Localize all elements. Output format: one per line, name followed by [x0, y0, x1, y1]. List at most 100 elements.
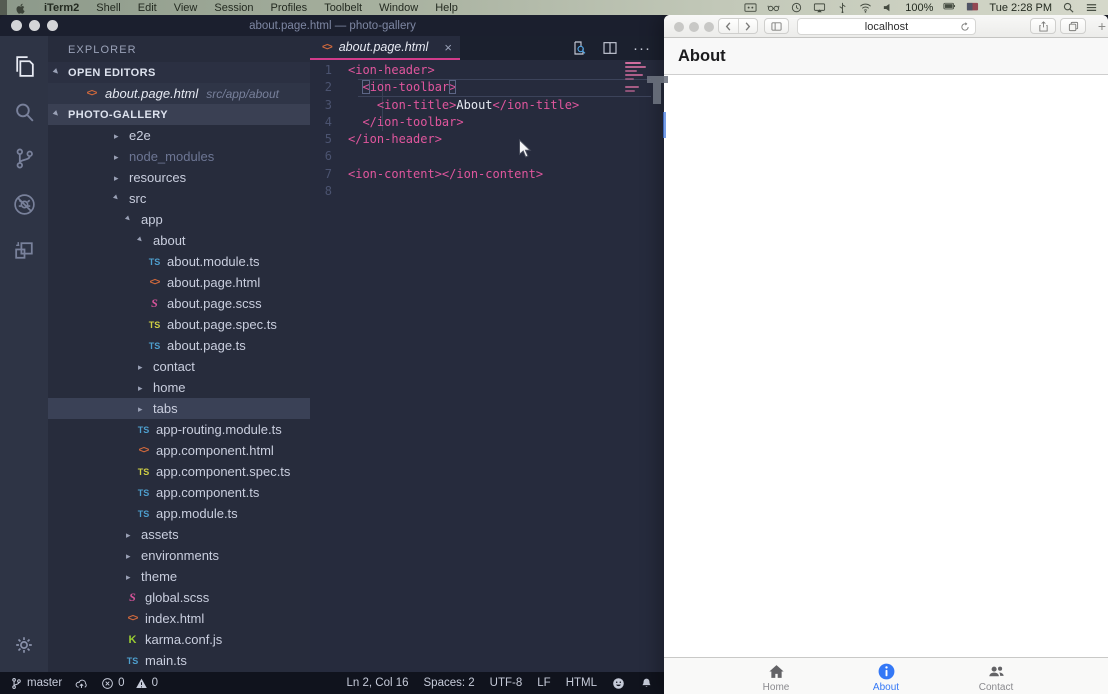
dongle-status-icon[interactable] — [836, 2, 849, 14]
wifi-status-icon[interactable] — [859, 2, 872, 14]
close-tab-icon[interactable]: × — [444, 41, 452, 54]
tree-item-app-module-ts[interactable]: TSapp.module.ts — [48, 503, 310, 524]
minimap[interactable] — [625, 62, 648, 94]
source-control-icon[interactable] — [0, 135, 48, 181]
publish-changes-button[interactable] — [75, 677, 88, 690]
spotlight-search-icon[interactable] — [1062, 2, 1075, 14]
tree-item-about-page-ts[interactable]: TSabout.page.ts — [48, 335, 310, 356]
search-icon[interactable] — [0, 89, 48, 135]
apple-menu-icon[interactable] — [14, 2, 27, 14]
eol-indicator[interactable]: LF — [537, 677, 550, 689]
tree-item-theme[interactable]: ▸theme — [48, 566, 310, 587]
volume-status-icon[interactable] — [882, 2, 895, 14]
zoom-window-button[interactable] — [47, 20, 58, 31]
tree-item-app-component-spec-ts[interactable]: TSapp.component.spec.ts — [48, 461, 310, 482]
share-button[interactable] — [1030, 18, 1056, 34]
code-line-1[interactable]: 1<ion-header> — [310, 62, 665, 79]
battery-icon[interactable] — [943, 2, 956, 14]
code-line-2[interactable]: 2 <ion-toolbar> — [310, 79, 665, 96]
explorer-icon[interactable] — [0, 43, 48, 89]
split-editor-icon[interactable] — [602, 40, 618, 56]
tree-item-about-page-html[interactable]: <>about.page.html — [48, 272, 310, 293]
code-line-6[interactable]: 6 — [310, 148, 665, 165]
open-editors-section-header[interactable]: ▸ OPEN EDITORS — [48, 62, 310, 83]
app-tab-home[interactable]: Home — [721, 658, 831, 693]
indentation-indicator[interactable]: Spaces: 2 — [424, 677, 475, 689]
tree-item-main-ts[interactable]: TSmain.ts — [48, 650, 310, 671]
open-editor-item[interactable]: <> about.page.html src/app/about — [48, 83, 310, 104]
tree-item-karma-conf-js[interactable]: Kkarma.conf.js — [48, 629, 310, 650]
notifications-bell-icon[interactable] — [640, 677, 653, 690]
language-mode-indicator[interactable]: HTML — [566, 677, 597, 689]
tab-about-page-html[interactable]: <> about.page.html × — [310, 36, 460, 60]
screenshot-status-icon[interactable] — [744, 2, 757, 14]
menu-item-profiles[interactable]: Profiles — [271, 2, 308, 14]
input-source-flag-icon[interactable] — [966, 2, 979, 14]
tree-item-app-component-ts[interactable]: TSapp.component.ts — [48, 482, 310, 503]
new-tab-button[interactable]: + — [1095, 18, 1108, 34]
close-window-button[interactable] — [11, 20, 22, 31]
git-branch-indicator[interactable]: master — [10, 677, 62, 690]
more-actions-icon[interactable]: ··· — [633, 40, 651, 57]
extensions-icon[interactable] — [0, 227, 48, 273]
menu-bar-clock[interactable]: Tue 2:28 PM — [989, 2, 1052, 14]
menu-item-session[interactable]: Session — [214, 2, 253, 14]
tree-item-about[interactable]: ▸about — [48, 230, 310, 251]
code-editor[interactable]: 1<ion-header>2 <ion-toolbar>3 <ion-title… — [310, 60, 665, 672]
tree-item-about-page-scss[interactable]: Sabout.page.scss — [48, 293, 310, 314]
minimize-window-button[interactable] — [29, 20, 40, 31]
feedback-smiley-icon[interactable] — [612, 677, 625, 690]
menu-item-toolbelt[interactable]: Toolbelt — [324, 2, 362, 14]
menu-item-view[interactable]: View — [174, 2, 198, 14]
project-section-header[interactable]: ▸ PHOTO-GALLERY — [48, 104, 310, 125]
tree-item-index-html[interactable]: <>index.html — [48, 608, 310, 629]
tab-overview-button[interactable] — [1060, 18, 1086, 34]
menu-item-edit[interactable]: Edit — [138, 2, 157, 14]
debug-icon[interactable] — [0, 181, 48, 227]
code-line-4[interactable]: 4 </ion-toolbar> — [310, 114, 665, 131]
back-button[interactable] — [719, 19, 738, 33]
code-line-5[interactable]: 5</ion-header> — [310, 131, 665, 148]
tree-item-assets[interactable]: ▸assets — [48, 524, 310, 545]
cursor-position-indicator[interactable]: Ln 2, Col 16 — [347, 677, 409, 689]
problems-indicator[interactable]: 0 0 — [101, 677, 158, 690]
tree-item-about-module-ts[interactable]: TSabout.module.ts — [48, 251, 310, 272]
tree-item-src[interactable]: ▸src — [48, 188, 310, 209]
menu-item-window[interactable]: Window — [379, 2, 418, 14]
find-in-file-icon[interactable] — [571, 40, 587, 56]
glasses-status-icon[interactable] — [767, 2, 780, 14]
tree-item-home[interactable]: ▸home — [48, 377, 310, 398]
notification-center-icon[interactable] — [1085, 2, 1098, 14]
tree-item-resources[interactable]: ▸resources — [48, 167, 310, 188]
app-tab-about[interactable]: About — [831, 658, 941, 693]
tree-item-e2e[interactable]: ▸e2e — [48, 125, 310, 146]
tree-item-contact[interactable]: ▸contact — [48, 356, 310, 377]
tree-item-app[interactable]: ▸app — [48, 209, 310, 230]
tree-item-app-component-html[interactable]: <>app.component.html — [48, 440, 310, 461]
close-window-button[interactable] — [674, 22, 684, 32]
code-line-7[interactable]: 7<ion-content></ion-content> — [310, 166, 665, 183]
tree-item-about-page-spec-ts[interactable]: TSabout.page.spec.ts — [48, 314, 310, 335]
tree-item-global-scss[interactable]: Sglobal.scss — [48, 587, 310, 608]
menu-item-shell[interactable]: Shell — [96, 2, 120, 14]
code-line-8[interactable]: 8 — [310, 183, 665, 200]
app-tab-contact[interactable]: Contact — [941, 658, 1051, 693]
tree-item-node-modules[interactable]: ▸node_modules — [48, 146, 310, 167]
tree-item-tabs[interactable]: ▸tabs — [48, 398, 310, 419]
encoding-indicator[interactable]: UTF-8 — [490, 677, 523, 689]
address-bar[interactable]: localhost — [797, 18, 976, 35]
reload-icon[interactable] — [960, 22, 970, 32]
clock-status-icon[interactable] — [790, 2, 803, 14]
vscode-title-bar[interactable]: about.page.html — photo-gallery — [0, 15, 665, 36]
settings-gear-icon[interactable] — [0, 634, 48, 656]
code-line-3[interactable]: 3 <ion-title>About</ion-title> — [310, 97, 665, 114]
forward-button[interactable] — [738, 19, 758, 33]
menu-item-help[interactable]: Help — [435, 2, 458, 14]
airplay-status-icon[interactable] — [813, 2, 826, 14]
sidebar-toggle-button[interactable] — [764, 18, 789, 34]
tree-item-app-routing-module-ts[interactable]: TSapp-routing.module.ts — [48, 419, 310, 440]
tree-item-environments[interactable]: ▸environments — [48, 545, 310, 566]
menu-item-iterm2[interactable]: iTerm2 — [44, 2, 79, 14]
zoom-window-button[interactable] — [704, 22, 714, 32]
minimize-window-button[interactable] — [689, 22, 699, 32]
